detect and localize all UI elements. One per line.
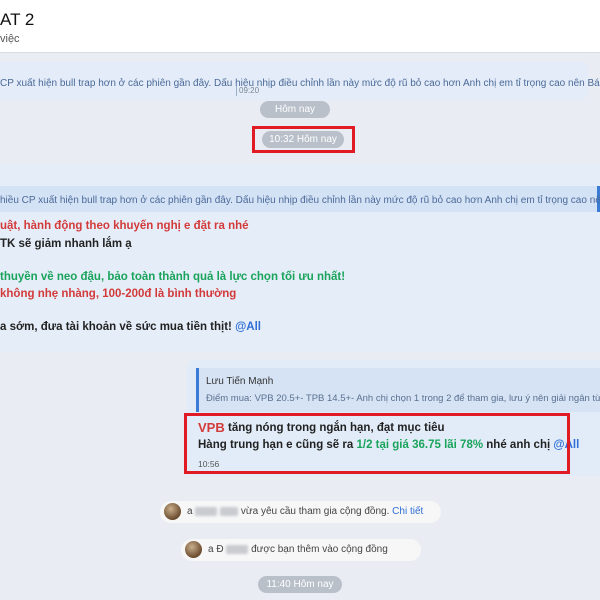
message-line: uật, hành động theo khuyến nghị e đặt ra… xyxy=(0,220,249,232)
avatar[interactable] xyxy=(185,541,202,558)
reply-quote-block[interactable] xyxy=(196,368,600,412)
chat-header: AT 2 việc xyxy=(0,0,600,53)
notice-text: a Đ được bạn thêm vào cộng đồng xyxy=(208,544,388,555)
quoted-text: hiều CP xuất hiện bull trap hơn ở các ph… xyxy=(0,195,600,206)
system-notice-added: a Đ được bạn thêm vào cộng đồng xyxy=(181,539,421,561)
message-bubble-previous[interactable]: CP xuất hiện bull trap hơn ở các phiên g… xyxy=(0,62,600,100)
redacted-name xyxy=(220,506,239,516)
redacted-name xyxy=(226,544,249,554)
date-separator: 11:40 Hôm nay xyxy=(258,576,342,593)
annotation-highlight-box xyxy=(184,413,570,474)
reply-quote-author: Lưu Tiến Mạnh xyxy=(206,376,274,387)
notice-body: được bạn thêm vào cộng đồng xyxy=(251,544,388,555)
notice-text: a vừa yêu cầu tham gia cộng đồng. Chi ti… xyxy=(187,506,423,517)
chat-title[interactable]: AT 2 xyxy=(0,10,34,30)
message-line: a sớm, đưa tài khoản về sức mua tiền thị… xyxy=(0,321,261,333)
message-line: thuyền về neo đậu, bảo toàn thành quả là… xyxy=(0,271,346,283)
message-line: TK sẽ giảm nhanh lắm ạ xyxy=(0,238,132,250)
message-time: 09:20 xyxy=(236,86,259,96)
redacted-name xyxy=(195,506,218,516)
chat-subtitle: việc xyxy=(0,33,20,45)
quoted-message[interactable]: hiều CP xuất hiện bull trap hơn ở các ph… xyxy=(0,186,600,212)
message-line-text: a sớm, đưa tài khoản về sức mua tiền thị… xyxy=(0,321,232,333)
mention-all[interactable]: @All xyxy=(235,321,261,333)
reply-quote-text: Điểm mua: VPB 20.5+- TPB 14.5+- Anh chị … xyxy=(206,393,600,404)
message-line: không nhẹ nhàng, 100-200đ là bình thường xyxy=(0,288,237,300)
date-separator: Hôm nay xyxy=(260,101,330,118)
message-text: CP xuất hiện bull trap hơn ở các phiên g… xyxy=(0,78,600,89)
notice-body: vừa yêu cầu tham gia cộng đồng. xyxy=(240,506,390,517)
avatar[interactable] xyxy=(164,503,181,520)
details-link[interactable]: Chi tiết xyxy=(392,506,423,517)
system-notice-join-request: a vừa yêu cầu tham gia cộng đồng. Chi ti… xyxy=(160,501,441,523)
notice-prefix: a xyxy=(187,506,193,517)
notice-prefix: a Đ xyxy=(208,544,224,555)
annotation-highlight-box xyxy=(252,126,355,153)
